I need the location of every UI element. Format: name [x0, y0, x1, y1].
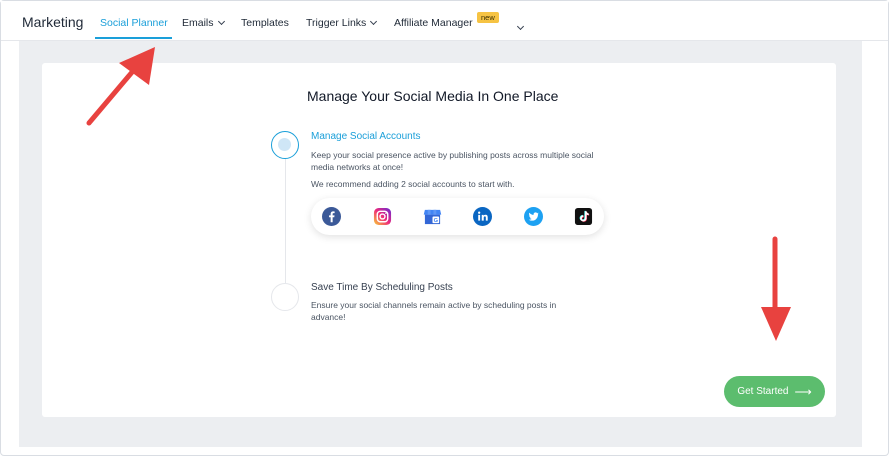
annotation-overlay — [86, 47, 791, 341]
annotation-arrow-down-icon — [761, 236, 791, 341]
app-window: Marketing Social Planner Emails Template… — [0, 0, 889, 456]
annotation-arrow-up-icon — [86, 47, 155, 126]
